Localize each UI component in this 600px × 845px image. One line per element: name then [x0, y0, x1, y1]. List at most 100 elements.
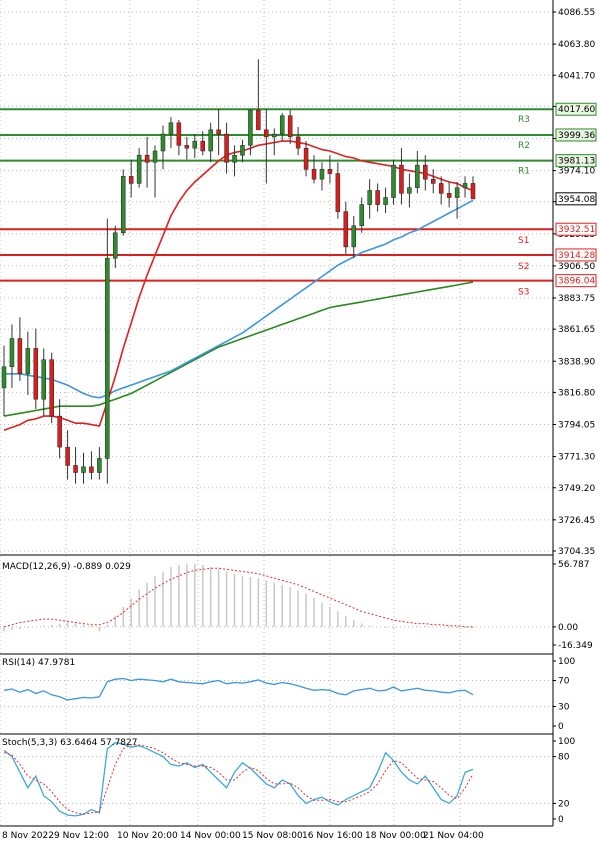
price-tick-label: 3861.65 — [558, 325, 595, 335]
time-axis-label: 15 Nov 08:00 — [242, 831, 303, 841]
candle-body — [287, 115, 293, 138]
candle-body — [113, 232, 118, 259]
price-tick-label: 3906.50 — [558, 262, 595, 272]
time-axis-label: 18 Nov 00:00 — [365, 831, 426, 841]
candle-body — [65, 446, 70, 466]
candle-body — [49, 359, 54, 417]
macd-tick-label: 0.00 — [558, 623, 578, 633]
candle-body — [295, 136, 301, 149]
label-layer: 8 Nov 2022 9 Nov 12:00 10 Nov 20:00 14 Nov … — [2, 831, 484, 841]
candle-body — [311, 169, 317, 180]
candle-body — [407, 187, 412, 194]
rsi-line — [3, 677, 474, 701]
candle-body — [391, 164, 396, 198]
price-tick-label: 3838.90 — [558, 357, 595, 367]
candle-body — [303, 147, 309, 170]
candle-body — [81, 466, 86, 473]
candle-body — [160, 133, 166, 152]
candle-body — [470, 183, 476, 200]
slow-moving-average — [3, 281, 474, 417]
candle-body — [343, 211, 349, 248]
indicator-layer — [3, 563, 474, 817]
price-tick-label: 4041.70 — [558, 71, 595, 81]
candle-body — [208, 129, 213, 152]
level-label-s2: S2 — [518, 262, 529, 272]
time-axis-label: 21 Nov 04:00 — [423, 831, 484, 841]
candle-body — [319, 169, 325, 180]
last-price-tag: 3954.08 — [558, 195, 595, 205]
candle-body — [224, 133, 229, 163]
candle-body — [105, 257, 110, 459]
time-axis-label: 10 Nov 20:00 — [117, 831, 178, 841]
level-price-tag: 3914.28 — [558, 251, 595, 261]
candle-body — [327, 169, 333, 174]
rsi-tick-label: 100 — [558, 657, 575, 667]
level-price-tag: 3932.51 — [558, 225, 595, 235]
macd-tick-label: 56.787 — [558, 560, 590, 570]
macd-tick-label: -16.349 — [558, 641, 593, 651]
time-axis-label: 8 Nov 2022 — [2, 831, 54, 841]
candle-body — [152, 150, 158, 163]
price-tick-label: 3816.80 — [558, 388, 595, 398]
candlestick-layer — [1, 59, 476, 484]
price-tick-label: 3883.75 — [558, 294, 595, 304]
candle-body — [423, 164, 428, 180]
candle-body — [57, 415, 62, 448]
candle-body — [25, 348, 31, 375]
price-tick-label: 3794.05 — [558, 421, 595, 431]
level-label-s3: S3 — [518, 288, 529, 298]
candle-body — [240, 145, 245, 156]
candle-body — [136, 154, 142, 184]
level-label-r3: R3 — [518, 115, 530, 125]
candle-body — [184, 145, 190, 149]
candle-body — [359, 204, 364, 226]
candle-body — [120, 176, 126, 234]
rsi-label: RSI(14) 47.9781 — [2, 658, 75, 668]
candle-body — [248, 109, 253, 146]
stoch-d-line — [3, 744, 474, 815]
candle-body — [462, 183, 468, 188]
candle-body — [216, 129, 221, 135]
price-tick-label: 3704.35 — [558, 547, 595, 557]
price-tick-label: 3771.30 — [558, 453, 595, 463]
price-tick-label: 3726.45 — [558, 516, 595, 526]
price-axis-layer: 4086.554063.804041.704019.603996.853974.… — [0, 0, 597, 827]
candle-body — [232, 154, 237, 163]
candle-body — [73, 465, 78, 473]
level-price-tag: 3999.36 — [558, 131, 595, 141]
candle-body — [415, 164, 420, 188]
candle-body — [97, 458, 102, 473]
candle-body — [33, 348, 39, 400]
candle-body — [176, 122, 182, 146]
candle-body — [375, 190, 380, 205]
candle-body — [399, 164, 404, 194]
candle-body — [128, 176, 134, 184]
macd-signal-line — [3, 567, 473, 628]
candle-body — [383, 197, 388, 205]
candle-body — [144, 154, 150, 163]
candle-body — [335, 173, 341, 212]
rsi-tick-label: 30 — [558, 703, 570, 713]
candle-body — [367, 190, 372, 205]
candle-body — [431, 178, 436, 184]
candle-body — [9, 338, 15, 367]
price-tick-label: 3974.10 — [558, 167, 595, 177]
level-label-r2: R2 — [518, 141, 530, 151]
level-price-tag: 4017.60 — [558, 105, 595, 115]
candle-body — [168, 122, 174, 135]
stoch-tick-label: 20 — [558, 799, 570, 809]
candle-body — [272, 133, 277, 138]
candle-body — [438, 183, 444, 194]
time-axis-label: 16 Nov 16:00 — [302, 831, 363, 841]
stoch-k-line — [3, 741, 474, 817]
stoch-tick-label: 0 — [558, 815, 564, 825]
macd-label: MACD(12,26,9) -0.889 0.029 — [2, 562, 131, 572]
time-axis-label: 14 Nov 00:00 — [180, 831, 241, 841]
level-price-tag: 3981.13 — [558, 157, 595, 167]
level-label-s1: S1 — [518, 236, 529, 246]
rsi-tick-label: 70 — [558, 677, 570, 687]
rsi-tick-label: 0 — [558, 722, 564, 732]
time-axis-label: 9 Nov 12:00 — [54, 831, 109, 841]
candle-body — [1, 366, 7, 389]
candle-body — [17, 338, 23, 375]
